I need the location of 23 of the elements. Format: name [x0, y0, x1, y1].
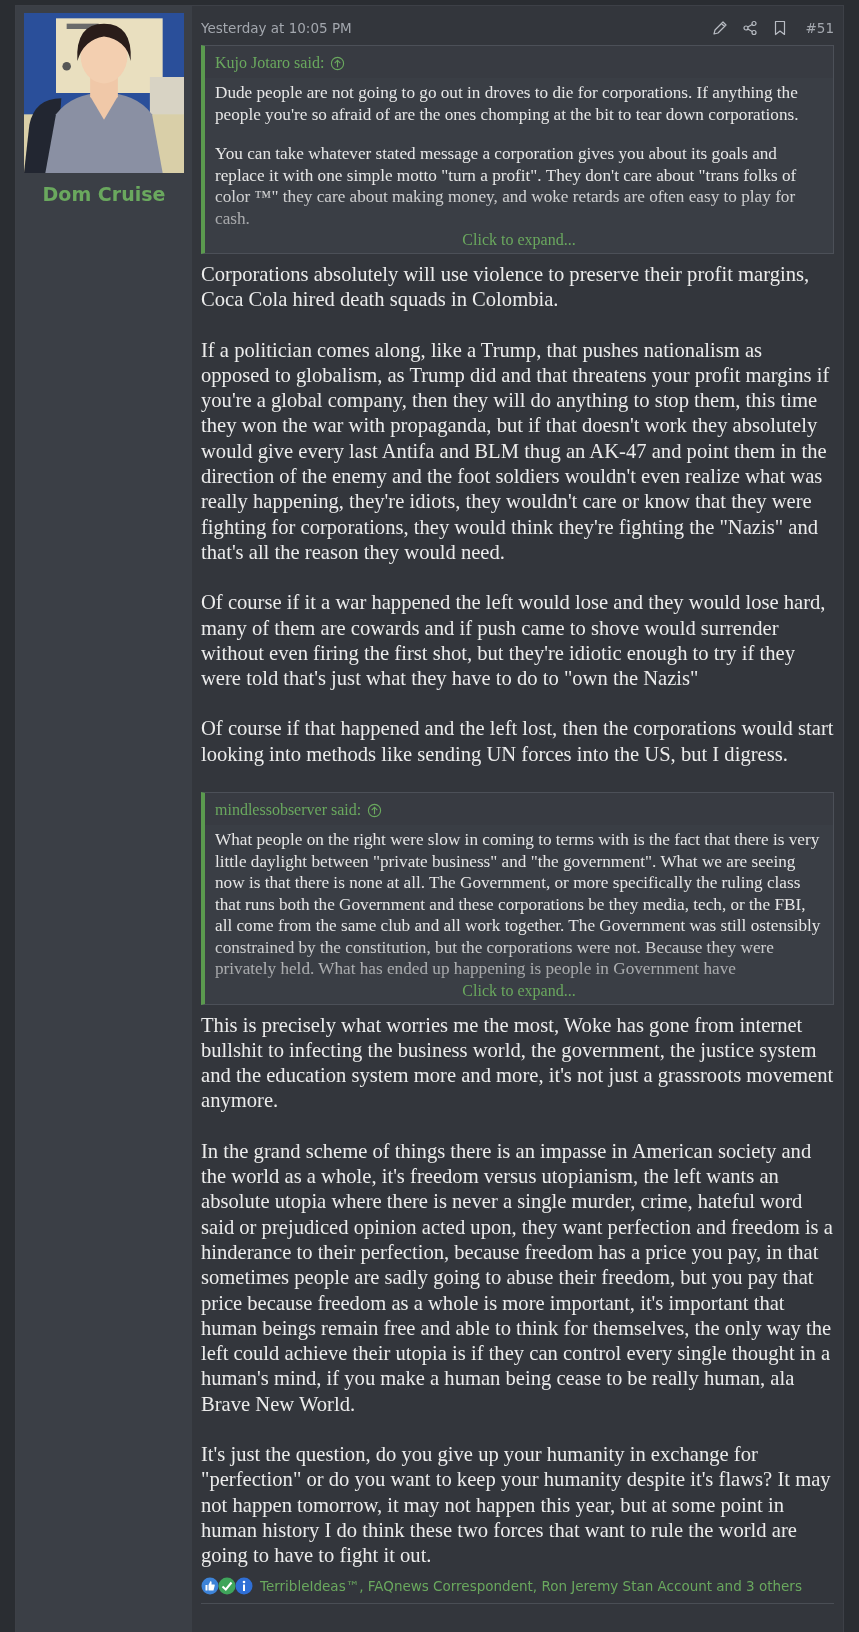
- share-icon[interactable]: [741, 20, 758, 36]
- reactions-link[interactable]: TerribleIdeas™, FAQnews Correspondent, Ron Jeremy Stan Account and 3 others: [260, 1578, 802, 1595]
- quote-author-link[interactable]: Kujo Jotaro said:: [215, 54, 325, 72]
- post-text: This is precisely what worries me the most, Woke has gone from internet bullshit to infecting the business world, the government, the justice system and the education system more and more, it's not just a grassroots movement anymore.: [201, 1012, 834, 1114]
- quote-author-link[interactable]: mindlessobserver said:: [215, 801, 362, 820]
- post-text: Of course if it a war happened the left would lose and they would lose hard, many of them are cowards and if push came to shove would surrender without even firing the first shot, but they're idiotic enough to try if they were told that's just what they have to do to "own the Nazis": [201, 590, 827, 692]
- expand-link[interactable]: Click to expand...: [205, 231, 833, 253]
- post-text: If a politician comes along, like a Trump, that pushes nationalism as opposed to globalism, as Trump did and that threatens your profit margins if you're a global company, then they will do anything to stop them, this time they won the war with propaganda, but if that doesn't work they absolutely would give every last Antifa and BLM thug an AK-47 and point them in the direction of the enemy and the foot soldiers wouldn't even realize what was really happening, they're idiots, they wouldn't care or know that they were fighting for corporations, they would think they're fighting the "Nazis" and that's all the reason they would need.: [201, 337, 831, 566]
- post-text: It's just the question, do you give up your humanity in exchange for "perfection" or do you want to keep your humanity despite it's flaws? It may not happen tomorrow, it may not happen this year, but at some point in human history I do think these two forces that want to rule the world are going to have to fight it out.: [201, 1442, 832, 1569]
- quote-text: You can take whatever stated message a corporation gives you about its goals and replace it with one simple motto "turn a profit". They don't care about "trans folks of color ™" they care about making money, and woke retards are often easy to play for cash.: [215, 143, 798, 229]
- quote-text: What people on the right were slow in coming to terms with is the fact that there is very little daylight between "private business" and "the government". What we are seeing now is that there is none at all. The Government, or more specifically the ruling class that runs both the Government and these corporations be they media, tech, or the FBI, all come from the same club and all work together. The Government was still ostensibly constrained by the constitution, but the corporations were not. Because they were privately held. What has ended up happening is people in Government have: [215, 829, 822, 980]
- post-text: In the grand scheme of things there is an impasse in American society and the world as a whole, it's freedom versus utopianism, the left wants an absolute utopia where there is never a single murder, crime, hateful word said or prejudiced opinion acted upon, they want perfection and freedom is a hinderance to their perfection, because freedom has a price you pay, in that sometimes people are sadly going to abuse their freedom, but you pay that price because freedom as a whole is more important, it's important that human beings remain free and able to think for themselves, the only way the left could achieve their utopia is if they can control every single thought in a human's mind, if you make a human being cease to be really human, ala Brave New World.: [201, 1138, 834, 1417]
- post-text: Corporations absolutely will use violence to preserve their profit margins, Coca Cola hired death squads in Colombia.: [201, 262, 811, 313]
- post-number-link[interactable]: #51: [805, 20, 834, 36]
- pencil-icon[interactable]: [711, 20, 728, 36]
- post-text: Of course if that happened and the left lost, then the corporations would start looking into methods like sending UN forces into the US, but I digress.: [201, 716, 834, 768]
- post-date[interactable]: Yesterday at 10:05 PM: [201, 20, 352, 36]
- info-icon[interactable]: [235, 1577, 253, 1596]
- expand-link[interactable]: Click to expand...: [205, 981, 833, 1004]
- username-link[interactable]: Dom Cruise: [42, 183, 166, 205]
- checkmark-icon[interactable]: [218, 1577, 236, 1596]
- thumbs-up-icon[interactable]: [201, 1577, 219, 1596]
- quote-text: Dude people are not going to go out in droves to die for corporations. If anything the people you're so afraid of are the ones chomping at the bit to tear down corporations.: [215, 82, 800, 125]
